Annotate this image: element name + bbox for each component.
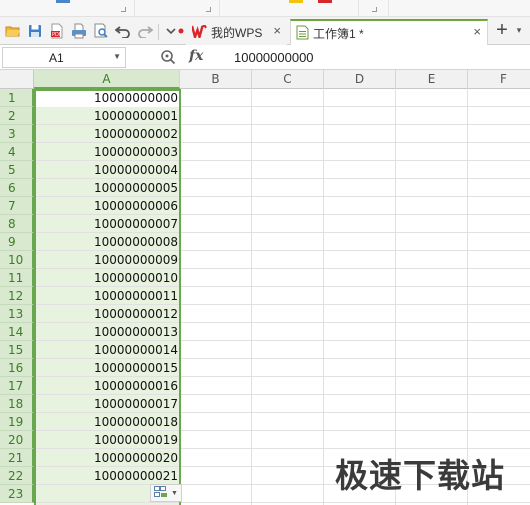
row-header-21[interactable]: 21	[0, 449, 34, 467]
ribbon-swatch-blue	[56, 0, 70, 3]
row-header-15[interactable]: 15	[0, 341, 34, 359]
column-header-a[interactable]: A	[34, 70, 180, 89]
row-header-14[interactable]: 14	[0, 323, 34, 341]
name-box[interactable]: A1 ▼	[2, 47, 126, 68]
row-header-18[interactable]: 18	[0, 395, 34, 413]
row-header-3[interactable]: 3	[0, 125, 34, 143]
row-header-7[interactable]: 7	[0, 197, 34, 215]
row-header-5[interactable]: 5	[0, 161, 34, 179]
row-header-6[interactable]: 6	[0, 179, 34, 197]
row-header-4[interactable]: 4	[0, 143, 34, 161]
save-icon[interactable]	[26, 22, 44, 40]
gridline-vertical	[251, 89, 252, 505]
spreadsheet-file-icon	[296, 25, 309, 43]
tab-label: 我的WPS	[211, 26, 263, 40]
row-header-22[interactable]: 22	[0, 467, 34, 485]
undo-icon[interactable]	[114, 22, 132, 40]
redo-icon[interactable]	[136, 22, 154, 40]
tab-my-wps[interactable]: 我的WPS ×	[186, 19, 287, 45]
watermark-logo: 极速下载站	[335, 456, 505, 495]
column-header-d[interactable]: D	[324, 70, 396, 89]
ribbon-bottom-strip	[0, 0, 530, 17]
gridline-vertical	[467, 89, 468, 505]
print-preview-icon[interactable]	[92, 22, 110, 40]
zoom-lens-icon[interactable]	[160, 49, 176, 65]
row-header-16[interactable]: 16	[0, 359, 34, 377]
column-header-b[interactable]: B	[180, 70, 252, 89]
row-header-10[interactable]: 10	[0, 251, 34, 269]
tab-label: 工作簿1 *	[313, 27, 364, 41]
row-header-9[interactable]: 9	[0, 233, 34, 251]
column-header-c[interactable]: C	[252, 70, 324, 89]
column-header-bar: ABCDEF	[0, 70, 530, 89]
formula-input[interactable]: 10000000000	[234, 50, 314, 65]
ribbon-swatch-red	[318, 0, 332, 3]
chevron-down-icon: ▼	[171, 489, 178, 497]
toolbar-divider	[158, 24, 159, 40]
ribbon-swatch-yellow	[289, 0, 303, 3]
row-header-8[interactable]: 8	[0, 215, 34, 233]
row-header-19[interactable]: 19	[0, 413, 34, 431]
print-icon[interactable]	[70, 22, 88, 40]
worksheet: ABCDEF 1 2 3 4 5 6 7 8 9 10 11 12 13 14 15 16 17 18 19 20 21…	[0, 70, 530, 505]
row-header-2[interactable]: 2	[0, 107, 34, 125]
tab-workbook[interactable]: 工作簿1 * ×	[290, 19, 488, 45]
name-box-value: A1	[49, 51, 64, 65]
gridline-vertical	[323, 89, 324, 505]
export-pdf-icon[interactable]: PDF	[48, 22, 66, 40]
ribbon-divider	[388, 0, 389, 17]
close-tab-icon[interactable]: ×	[273, 23, 281, 38]
ribbon-expand-icon[interactable]	[372, 7, 377, 12]
paste-options-button[interactable]: ▼	[150, 484, 182, 502]
ribbon-divider	[134, 0, 135, 17]
row-header-13[interactable]: 13	[0, 305, 34, 323]
select-all-corner[interactable]	[0, 70, 34, 89]
cell-grid[interactable]: 10000000000 10000000001 10000000002 1000000…	[34, 89, 530, 505]
close-tab-icon[interactable]: ×	[473, 24, 481, 39]
open-folder-icon[interactable]	[4, 22, 22, 40]
wps-logo-icon	[190, 25, 207, 42]
ribbon-divider	[358, 0, 359, 17]
tab-list-dropdown-icon[interactable]: ▾	[513, 25, 525, 39]
svg-text:PDF: PDF	[52, 32, 62, 38]
formula-bar: A1 ▼ fx 10000000000	[0, 45, 530, 70]
ribbon-expand-icon[interactable]	[206, 7, 211, 12]
add-tab-button[interactable]: +	[493, 20, 511, 41]
selection-border	[34, 89, 181, 505]
row-header-23[interactable]: 23	[0, 485, 34, 503]
row-header-11[interactable]: 11	[0, 269, 34, 287]
column-header-f[interactable]: F	[468, 70, 530, 89]
paste-options-icon	[154, 485, 168, 501]
column-header-e[interactable]: E	[396, 70, 468, 89]
ribbon-expand-icon[interactable]	[121, 7, 126, 12]
row-header-20[interactable]: 20	[0, 431, 34, 449]
gridline-vertical	[395, 89, 396, 505]
row-header-12[interactable]: 12	[0, 287, 34, 305]
quick-access-toolbar: PDF 我的WPS × 工作簿1 * × + ▾	[0, 17, 530, 45]
chevron-down-icon[interactable]: ▼	[113, 52, 121, 61]
insert-function-icon[interactable]: fx	[189, 48, 203, 64]
row-header-17[interactable]: 17	[0, 377, 34, 395]
row-header-1[interactable]: 1	[0, 89, 34, 107]
ribbon-divider	[219, 0, 220, 17]
